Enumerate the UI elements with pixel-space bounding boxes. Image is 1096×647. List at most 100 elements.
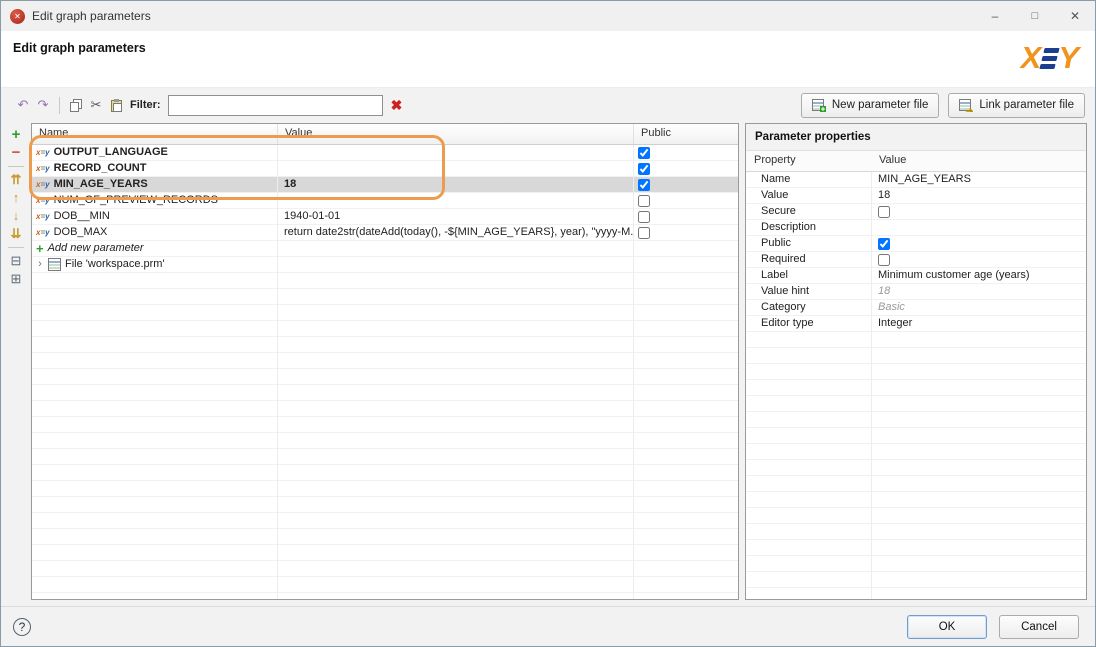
column-header-value[interactable]: Value [277,124,633,144]
move-top-icon[interactable]: ⇈ [7,172,25,188]
public-checkbox[interactable] [638,179,650,191]
column-header-property-value[interactable]: Value [871,151,1086,171]
titlebar[interactable]: ✕ Edit graph parameters – □ ✕ [1,1,1095,31]
parameter-name: RECORD_COUNT [54,161,147,176]
close-button[interactable]: ✕ [1055,1,1095,31]
redo-icon[interactable]: ↷ [33,95,53,115]
property-checkbox[interactable] [878,238,890,250]
link-parameter-file-label: Link parameter file [979,99,1074,111]
public-checkbox[interactable] [638,227,650,239]
property-row-category[interactable]: CategoryBasic [746,300,1086,316]
cut-icon[interactable]: ✂ [86,95,106,115]
move-up-icon[interactable]: ↑ [7,190,25,206]
expand-all-icon[interactable]: ⊞ [7,271,25,287]
cancel-button[interactable]: Cancel [999,615,1079,639]
maximize-button[interactable]: □ [1015,1,1055,31]
column-header-property[interactable]: Property [746,151,871,171]
clear-filter-icon[interactable]: ✖ [391,97,403,114]
property-label: Label [746,268,871,283]
move-bottom-icon[interactable]: ⇊ [7,226,25,242]
column-separator [277,145,278,599]
prop-rows: NameMIN_AGE_YEARSValue18SecureDescriptio… [746,172,1086,332]
property-row-public[interactable]: Public [746,236,1086,252]
filter-label: Filter: [130,99,161,111]
public-checkbox[interactable] [638,195,650,207]
properties-table-header: Property Value [746,151,1086,172]
property-label: Secure [746,204,871,219]
side-toolbar: + − ⇈ ↑ ↓ ⇊ ⊟ ⊞ [5,123,27,600]
parameter-name: DOB_MAX [54,225,108,240]
copy-icon[interactable] [66,95,86,115]
property-row-label[interactable]: LabelMinimum customer age (years) [746,268,1086,284]
paste-icon[interactable] [106,95,126,115]
ok-button[interactable]: OK [907,615,987,639]
property-value[interactable] [871,204,1086,219]
property-label: Public [746,236,871,251]
remove-parameter-icon[interactable]: − [7,145,25,161]
property-value[interactable] [871,252,1086,267]
property-value[interactable]: 18 [871,188,1086,203]
property-label: Description [746,220,871,235]
window-title: Edit graph parameters [32,9,151,23]
property-value[interactable]: Integer [871,316,1086,331]
parameter-value[interactable] [277,161,633,176]
public-checkbox[interactable] [638,211,650,223]
property-value[interactable] [871,220,1086,235]
add-parameter-icon[interactable]: + [7,127,25,143]
property-value[interactable] [871,236,1086,251]
property-label: Name [746,172,871,187]
property-row-value-hint[interactable]: Value hint18 [746,284,1086,300]
property-value[interactable]: Basic [871,300,1086,315]
filter-input[interactable] [168,95,383,116]
add-new-parameter-label: Add new parameter [48,241,144,256]
properties-table-body: NameMIN_AGE_YEARSValue18SecureDescriptio… [746,172,1086,599]
property-value[interactable]: 18 [871,284,1086,299]
parameter-icon: x=y [36,193,50,208]
parameter-icon: x=y [36,177,50,192]
public-checkbox[interactable] [638,147,650,159]
cloverdx-logo: X Y [1021,39,1079,77]
property-row-name[interactable]: NameMIN_AGE_YEARS [746,172,1086,188]
property-row-value[interactable]: Value18 [746,188,1086,204]
parameter-value[interactable]: return date2str(dateAdd(today(), -${MIN_… [277,225,633,240]
tree-expand-icon[interactable]: › [36,257,44,272]
parameter-value[interactable] [277,145,633,160]
edit-graph-parameters-dialog: ✕ Edit graph parameters – □ ✕ Edit graph… [0,0,1096,647]
logo-y: Y [1058,39,1079,77]
property-row-editor-type[interactable]: Editor typeInteger [746,316,1086,332]
public-checkbox[interactable] [638,163,650,175]
logo-x: X [1021,39,1042,77]
empty-property-rows [746,332,1086,599]
property-row-secure[interactable]: Secure [746,204,1086,220]
parameters-table: Name Value Public x=y OUTPUT_LANGUAGE x=y R… [31,123,739,600]
link-parameter-file-button[interactable]: Link parameter file [948,93,1085,118]
property-checkbox[interactable] [878,206,890,218]
property-row-required[interactable]: Required [746,252,1086,268]
move-down-icon[interactable]: ↓ [7,208,25,224]
column-header-public[interactable]: Public [633,124,738,144]
link-file-icon [959,99,973,112]
parameters-table-header: Name Value Public [32,124,738,145]
undo-icon[interactable]: ↶ [13,95,33,115]
toolbar: ↶ ↷ ✂ Filter: ✖ New parameter file Link … [1,88,1095,122]
property-label: Value hint [746,284,871,299]
parameter-file-icon [812,99,826,112]
parameter-value[interactable] [277,193,633,208]
help-icon[interactable]: ? [13,618,31,636]
parameter-value[interactable]: 18 [277,177,633,192]
new-parameter-file-button[interactable]: New parameter file [801,93,940,118]
dialog-title: Edit graph parameters [13,41,146,55]
column-header-name[interactable]: Name [32,124,277,144]
property-checkbox[interactable] [878,254,890,266]
parameter-name: NUM_OF_PREVIEW_RECORDS [54,193,218,208]
parameter-properties-panel: Parameter properties Property Value Name… [745,123,1087,600]
parameter-name: OUTPUT_LANGUAGE [54,145,168,160]
minimize-button[interactable]: – [975,1,1015,31]
collapse-all-icon[interactable]: ⊟ [7,253,25,269]
parameter-icon: x=y [36,145,50,160]
property-value[interactable]: Minimum customer age (years) [871,268,1086,283]
main-area: + − ⇈ ↑ ↓ ⇊ ⊟ ⊞ Name Value Public x=y OUT… [1,121,1095,606]
parameter-value[interactable]: 1940-01-01 [277,209,633,224]
property-row-description[interactable]: Description [746,220,1086,236]
property-value[interactable]: MIN_AGE_YEARS [871,172,1086,187]
